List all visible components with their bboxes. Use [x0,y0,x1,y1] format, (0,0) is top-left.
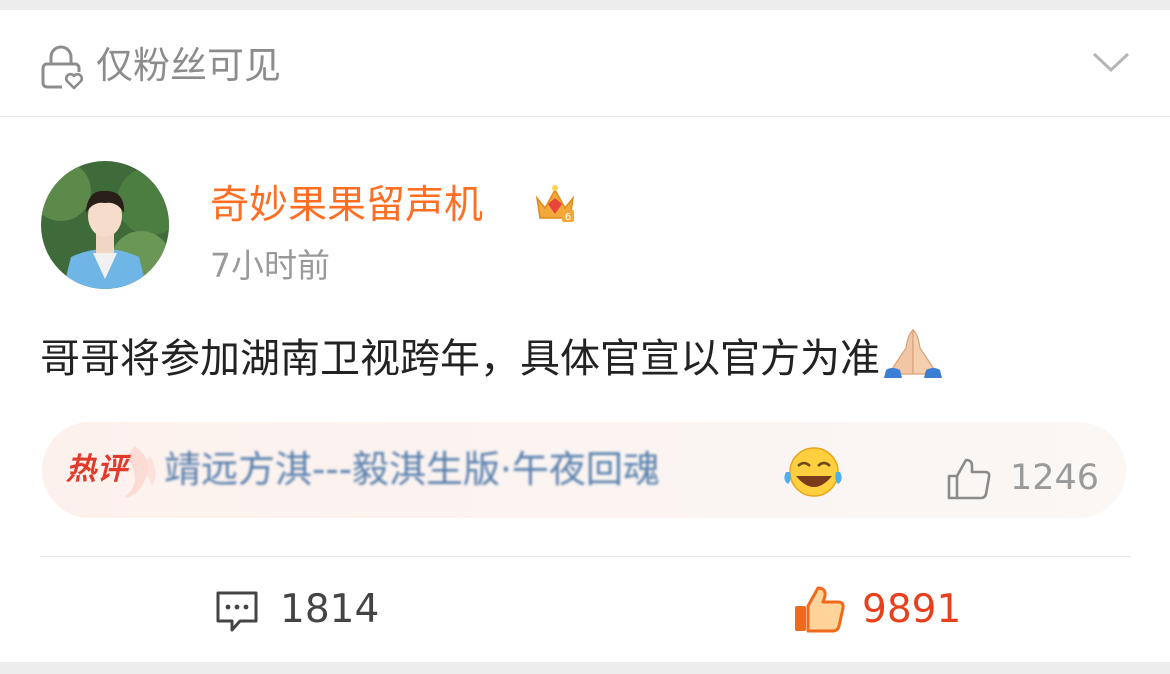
avatar[interactable] [41,161,169,289]
thumbs-up-icon[interactable] [946,456,992,500]
lock-heart-icon [41,45,84,90]
post-text: 哥哥将参加湖南卫视跨年，具体官宣以官方为准 [40,326,1130,389]
like-count[interactable]: 9891 [862,584,961,636]
folded-hands-emoji [884,328,942,378]
svg-text:6: 6 [565,212,571,223]
laughing-emoji [784,447,842,497]
visibility-label: 仅粉丝可见 [96,44,281,87]
post-body: 哥哥将参加湖南卫视跨年，具体官宣以官方为准 [40,336,880,382]
hot-comment-text[interactable]: 靖远方淇---毅淇生版·午夜回魂 [164,444,660,496]
chevron-down-icon[interactable] [1090,46,1132,76]
post-timestamp: 7小时前 [210,246,330,285]
hot-comment[interactable]: 热评 靖远方淇---毅淇生版·午夜回魂 1246 [42,422,1126,518]
comment-icon[interactable] [214,589,260,633]
thumbs-up-icon[interactable] [792,584,846,634]
visibility-bar[interactable]: 仅粉丝可见 [0,10,1170,117]
divider [40,556,1130,557]
comment-count[interactable]: 1814 [280,584,379,636]
post-card: 仅粉丝可见 奇妙果果留声机 6 7小时前 哥哥将参加湖南卫视跨年，具体官宣以官方… [0,10,1170,662]
hot-comment-badge: 热评 [66,452,128,487]
hot-comment-like-count: 1246 [1010,458,1100,498]
author-name[interactable]: 奇妙果果留声机 [210,180,483,232]
crown-icon: 6 [535,185,575,223]
